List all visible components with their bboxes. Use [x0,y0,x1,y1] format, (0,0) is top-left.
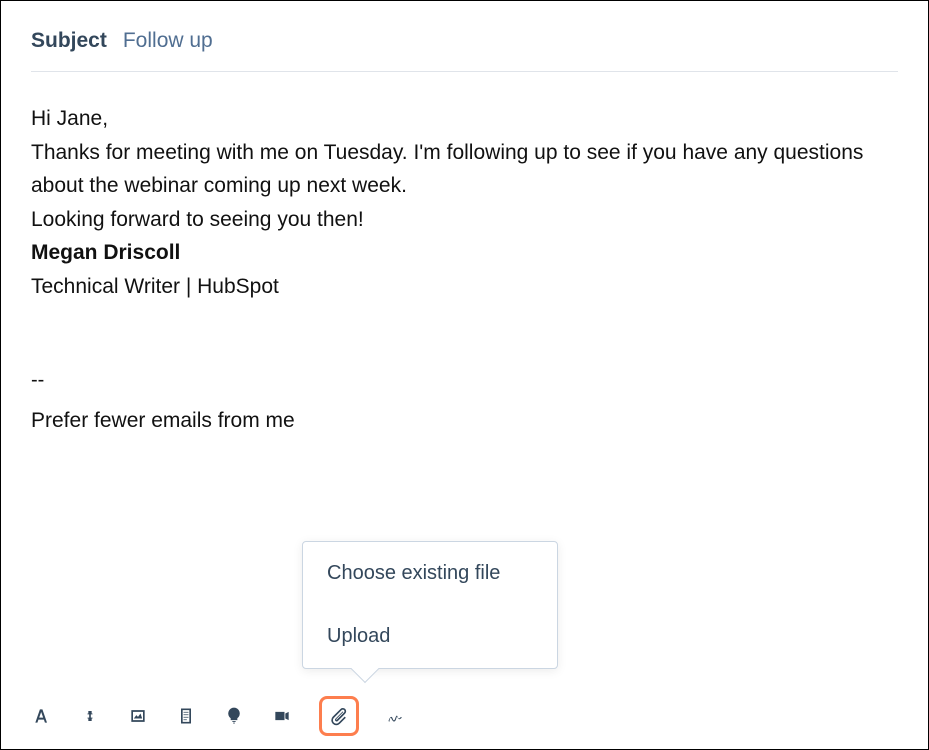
attachment-button[interactable] [319,696,359,736]
link-icon [80,706,100,726]
separator-dashes: -- [31,364,898,396]
insert-video-button[interactable] [271,705,293,727]
choose-existing-file-option[interactable]: Choose existing file [303,542,557,605]
insert-document-button[interactable] [175,705,197,727]
insert-link-button[interactable] [79,705,101,727]
signature-icon [386,706,406,726]
text-format-button[interactable] [31,705,53,727]
signature-name: Megan Driscoll [31,236,898,270]
subject-label: Subject [31,29,107,53]
body-paragraph: Looking forward to seeing you then! [31,203,898,237]
image-icon [128,706,148,726]
body-greeting: Hi Jane, [31,102,898,136]
attachment-popover: Choose existing file Upload [302,541,558,669]
insert-image-button[interactable] [127,705,149,727]
upload-option[interactable]: Upload [303,605,557,668]
signature-button[interactable] [385,705,407,727]
body-paragraph: Thanks for meeting with me on Tuesday. I… [31,136,898,203]
signature-title: Technical Writer | HubSpot [31,270,898,304]
knowledge-button[interactable] [223,705,245,727]
email-compose-container: Subject Follow up Hi Jane, Thanks for me… [0,0,929,750]
video-icon [272,706,292,726]
editor-toolbar [31,687,898,731]
document-icon [176,706,196,726]
text-format-icon [32,706,52,726]
attachment-icon [329,706,349,726]
subject-row: Subject Follow up [31,29,898,72]
footer-unsubscribe-text: Prefer fewer emails from me [31,404,898,438]
subject-input[interactable]: Follow up [123,29,213,53]
signature-block: Megan Driscoll Technical Writer | HubSpo… [31,236,898,303]
lightbulb-icon [224,706,244,726]
